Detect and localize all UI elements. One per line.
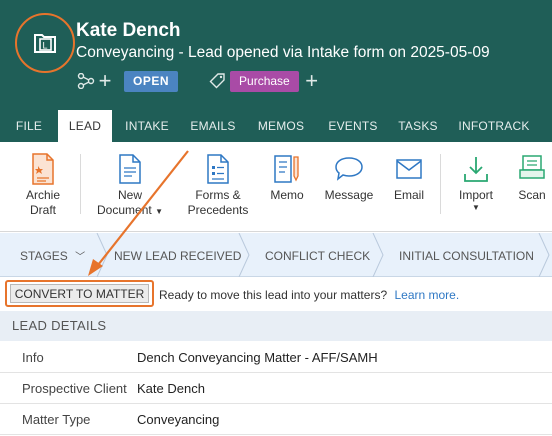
ribbon-tabs: FILE LEAD INTAKE EMAILS MEMOS EVENTS TAS… [0,110,552,142]
detail-row-prospective-client: Prospective Client Kate Dench [0,373,552,404]
add-relationship-icon[interactable]: + [96,70,114,92]
lead-subtitle: Conveyancing - Lead opened via Intake fo… [76,44,490,61]
message-button[interactable]: Message [320,150,378,203]
detail-row-matter-type: Matter Type Conveyancing [0,404,552,435]
tab-intake[interactable]: INTAKE [119,110,175,142]
detail-value: Kate Dench [137,381,205,396]
ribbon-divider [80,154,81,214]
stage-new-lead-received[interactable]: NEW LEAD RECEIVED [114,233,241,277]
scan-icon [519,155,545,179]
new-document-button[interactable]: New Document ▼ [94,150,166,219]
detail-value: Dench Conveyancing Matter - AFF/SAMH [137,350,378,365]
convert-notice-bar: CONVERT TO MATTER Ready to move this lea… [0,278,552,310]
import-button[interactable]: Import ▼ [450,150,502,213]
stages-label: STAGES [20,249,68,263]
new-document-label-line1: New [117,188,142,202]
svg-text:L: L [43,41,48,51]
stage-divider [538,233,550,277]
forms-precedents-button[interactable]: Forms & Precedents [182,150,254,218]
email-button[interactable]: Email [386,150,432,203]
lead-meta-row: + OPEN Purchase + [76,70,321,92]
memo-label: Memo [270,188,304,202]
stage-initial-consultation[interactable]: INITIAL CONSULTATION [399,233,534,277]
message-label: Message [324,188,374,202]
convert-notice-message: Ready to move this lead into your matter… [159,288,388,302]
lead-details-heading[interactable]: LEAD DETAILS [0,311,552,341]
scan-label: Scan [518,188,546,202]
learn-more-link[interactable]: Learn more. [394,288,459,302]
tab-file[interactable]: FILE [8,110,50,142]
tab-emails[interactable]: EMAILS [184,110,242,142]
archie-draft-icon [32,153,54,185]
new-document-label-line2: Document ▼ [97,203,163,217]
memo-icon [274,155,299,183]
folder-icon: L [34,34,56,53]
stage-conflict-check[interactable]: CONFLICT CHECK [265,233,370,277]
stages-dropdown[interactable]: STAGES ﹀ [20,233,85,277]
message-icon [335,157,363,181]
tab-memos[interactable]: MEMOS [252,110,310,142]
tab-events[interactable]: EVENTS [323,110,383,142]
stage-divider [238,233,250,277]
email-icon [396,159,422,179]
archie-label-line2: Draft [29,203,56,217]
lead-avatar: L [15,13,75,73]
document-icon [119,154,141,184]
tab-infotrack[interactable]: INFOTRACK [455,110,533,142]
stage-divider [372,233,384,277]
dropdown-caret-icon: ▼ [155,207,163,216]
tab-lead[interactable]: LEAD [58,110,112,142]
detail-label: Info [22,350,44,365]
tag-badge-purchase[interactable]: Purchase [230,70,299,92]
detail-value: Conveyancing [137,412,220,427]
status-badge: OPEN [124,70,179,92]
lead-header: L Kate Dench Conveyancing - Lead opened … [0,0,552,110]
dropdown-caret-icon: ▼ [472,203,480,212]
ribbon-divider [440,154,441,214]
convert-button-highlight: CONVERT TO MATTER [5,280,154,307]
import-label: Import [458,188,493,202]
forms-icon [207,154,229,184]
tag-icon[interactable] [208,71,226,91]
lead-title: Kate Dench [76,20,181,41]
scan-button[interactable]: Scan [512,150,552,203]
detail-label: Prospective Client [22,381,127,396]
chevron-down-icon: ﹀ [75,252,86,263]
forms-label-line1: Forms & [195,188,241,202]
archie-draft-button[interactable]: Archie Draft [14,150,72,218]
lead-ribbon: Archie Draft New Document ▼ Forms & Prec… [0,142,552,232]
email-label: Email [393,188,424,202]
stages-bar: STAGES ﹀ NEW LEAD RECEIVED CONFLICT CHEC… [0,233,552,277]
tab-tasks[interactable]: TASKS [393,110,443,142]
memo-button[interactable]: Memo [262,150,312,203]
detail-row-info: Info Dench Conveyancing Matter - AFF/SAM… [0,342,552,373]
detail-label: Matter Type [22,412,91,427]
stage-divider [96,233,108,277]
convert-to-matter-button[interactable]: CONVERT TO MATTER [10,284,149,303]
add-tag-icon[interactable]: + [303,70,321,92]
forms-label-line2: Precedents [187,203,249,217]
import-icon [464,157,488,182]
convert-notice-text: Ready to move this lead into your matter… [159,288,459,302]
relationship-icon[interactable] [76,71,96,91]
archie-label-line1: Archie [25,188,60,202]
